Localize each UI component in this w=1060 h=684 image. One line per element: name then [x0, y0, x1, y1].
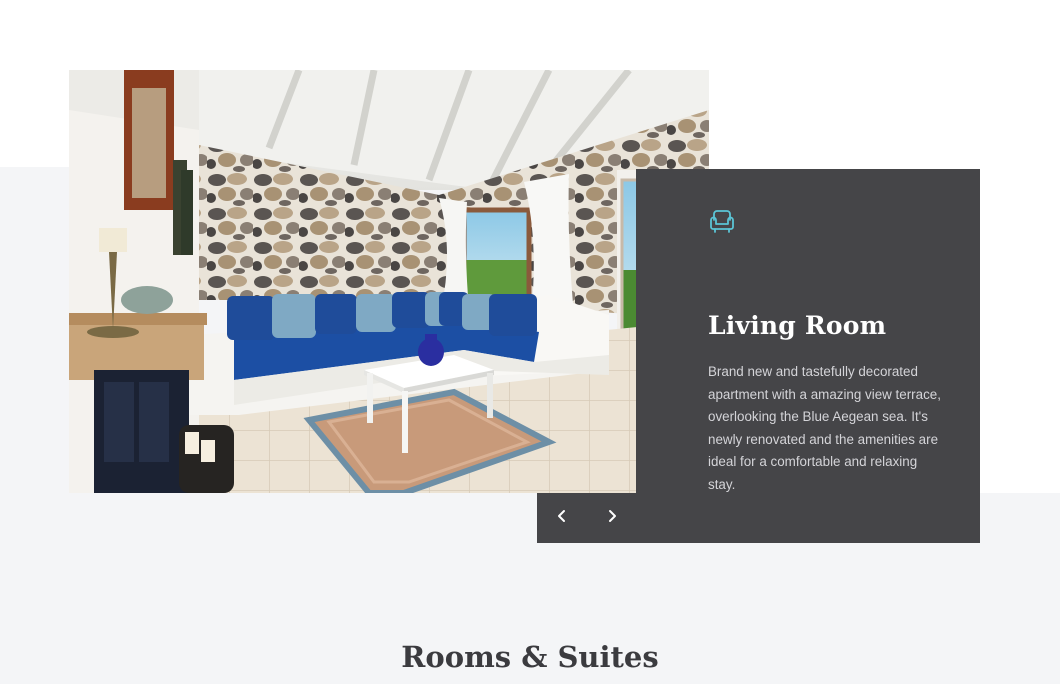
- room-info-card: Living Room Brand new and tastefully dec…: [636, 169, 980, 543]
- room-title: Living Room: [708, 311, 887, 340]
- previous-slide-button[interactable]: [544, 500, 580, 536]
- next-slide-button[interactable]: [594, 500, 630, 536]
- section-title: Rooms & Suites: [401, 640, 659, 674]
- armchair-icon: [707, 207, 737, 237]
- living-room-photo: [69, 70, 709, 493]
- chevron-right-icon: [606, 508, 618, 529]
- chevron-left-icon: [556, 508, 568, 529]
- room-description: Brand new and tastefully decorated apart…: [708, 364, 941, 492]
